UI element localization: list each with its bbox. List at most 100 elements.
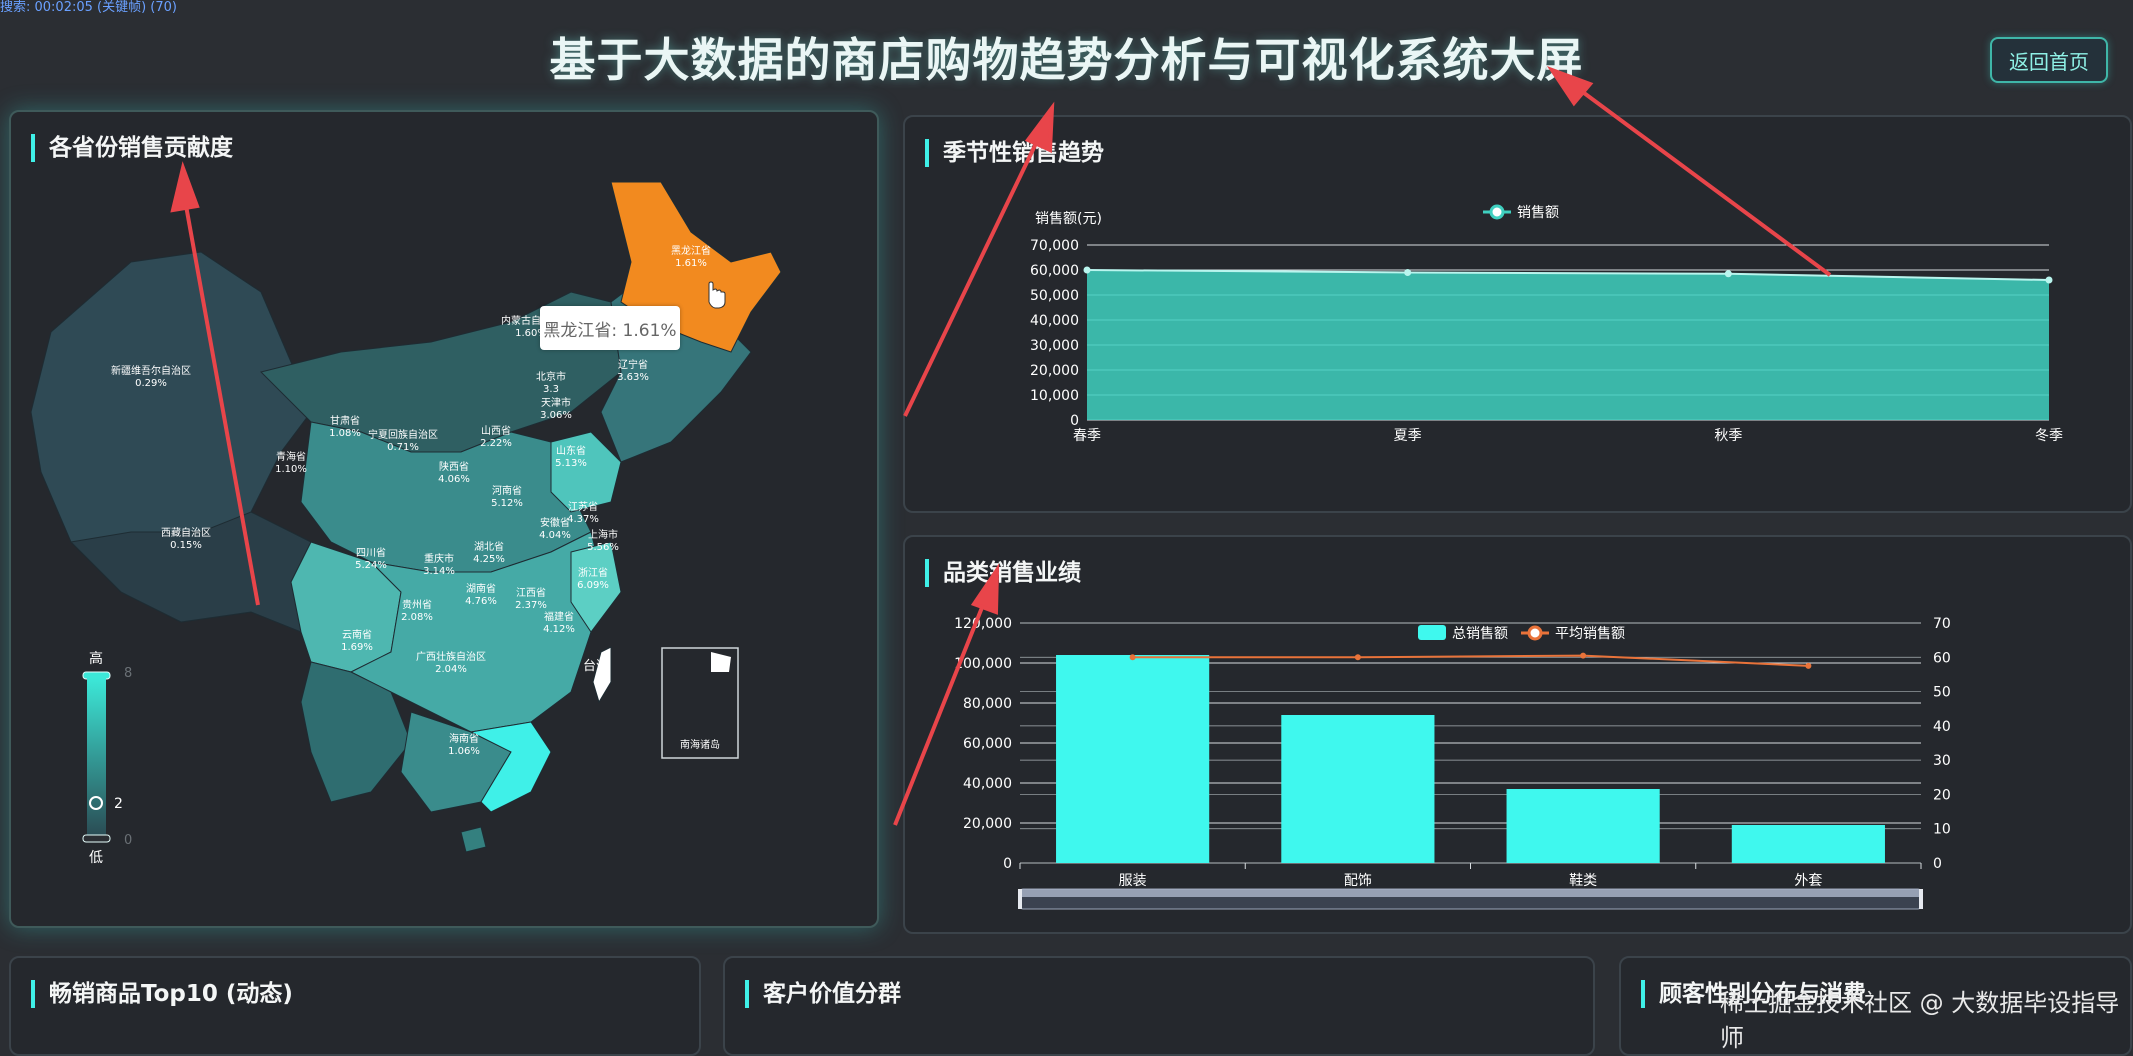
legend-handle-bottom[interactable] bbox=[82, 834, 111, 843]
province-value-label: 2.22% bbox=[480, 438, 512, 449]
legend-label[interactable]: 总销售额 bbox=[1452, 626, 1508, 642]
avg-data-point[interactable] bbox=[1354, 654, 1361, 661]
x-tick-label: 鞋类 bbox=[1569, 873, 1597, 889]
province-name-label: 山西省 bbox=[481, 424, 511, 437]
province-value-label: 0.71% bbox=[387, 442, 419, 453]
y2-tick-label: 20 bbox=[1933, 787, 1951, 803]
data-point[interactable] bbox=[1083, 266, 1091, 274]
zoom-slider-handle-right[interactable] bbox=[1919, 889, 1923, 909]
legend-label[interactable]: 平均销售额 bbox=[1555, 626, 1625, 642]
map-shandong[interactable] bbox=[550, 431, 622, 513]
province-value-label: 4.37% bbox=[567, 514, 599, 525]
province-name-label: 辽宁省 bbox=[618, 358, 648, 371]
province-value-label: 4.12% bbox=[543, 624, 575, 635]
province-name-label: 江西省 bbox=[516, 586, 546, 599]
avg-data-point[interactable] bbox=[1805, 662, 1812, 669]
legend-marker-icon bbox=[1489, 204, 1505, 220]
legend-high-label: 高 bbox=[89, 650, 103, 667]
x-tick-label: 冬季 bbox=[2035, 428, 2063, 444]
y-tick-label: 40,000 bbox=[963, 776, 1012, 792]
y2-tick-label: 0 bbox=[1933, 856, 1942, 872]
legend-min-tick: 0 bbox=[124, 833, 132, 848]
province-name-label: 新疆维吾尔自治区 bbox=[111, 364, 191, 377]
y-tick-label: 100,000 bbox=[954, 656, 1012, 672]
province-name-label: 宁夏回族自治区 bbox=[368, 428, 438, 441]
home-button[interactable]: 返回首页 bbox=[1990, 37, 2108, 83]
y-tick-label: 0 bbox=[1070, 413, 1079, 429]
province-name-label: 山东省 bbox=[556, 444, 586, 457]
province-map-panel: 各省份销售贡献度 南海诸岛 台湾 黑龙江省 1.61% 内蒙古自治区 1.60% 新疆维… bbox=[9, 110, 879, 928]
seasonal-area-chart[interactable]: 0 10,000 20,000 30,000 40,000 50,000 60,000 70,… bbox=[905, 117, 2130, 511]
bar[interactable] bbox=[1281, 715, 1435, 863]
y2-tick-label: 10 bbox=[1933, 822, 1951, 838]
y-tick-label: 120,000 bbox=[954, 616, 1012, 632]
map-taiwan[interactable] bbox=[592, 646, 612, 704]
zoom-slider-handle-left[interactable] bbox=[1018, 889, 1022, 909]
data-point[interactable] bbox=[2045, 276, 2053, 284]
bar[interactable] bbox=[1731, 825, 1885, 863]
province-value-label: 5.24% bbox=[355, 560, 387, 571]
legend-handle-top[interactable] bbox=[82, 671, 111, 680]
avg-data-point[interactable] bbox=[1129, 654, 1136, 661]
bar[interactable] bbox=[1056, 655, 1210, 863]
province-name-label: 陕西省 bbox=[439, 460, 469, 473]
data-point[interactable] bbox=[1404, 269, 1412, 276]
province-value-label: 5.56% bbox=[587, 542, 619, 553]
map-tooltip: 黑龙江省: 1.61% bbox=[540, 306, 680, 350]
province-value-label: 6.09% bbox=[577, 580, 609, 591]
status-text: 搜索: 00:02:05 (关键帧) (70) bbox=[0, 0, 177, 15]
bar[interactable] bbox=[1506, 789, 1660, 863]
province-name-label: 浙江省 bbox=[578, 566, 608, 579]
x-tick-label: 外套 bbox=[1794, 873, 1822, 889]
y2-tick-label: 60 bbox=[1933, 650, 1951, 666]
y2-tick-label: 40 bbox=[1933, 719, 1951, 735]
province-value-label: 5.13% bbox=[555, 458, 587, 469]
x-tick-label: 春季 bbox=[1073, 428, 1101, 444]
y2-tick-label: 30 bbox=[1933, 753, 1951, 769]
province-value-label: 3.06% bbox=[540, 410, 572, 421]
map-hainan[interactable] bbox=[460, 826, 487, 853]
data-point[interactable] bbox=[1724, 270, 1732, 278]
y2-tick-label: 70 bbox=[1933, 616, 1951, 632]
x-tick-label: 配饰 bbox=[1344, 873, 1372, 889]
y-tick-label: 80,000 bbox=[963, 696, 1012, 712]
province-name-label: 甘肃省 bbox=[330, 414, 360, 427]
y-axis-label: 销售额(元) bbox=[1035, 211, 1102, 227]
province-value-label: 2.08% bbox=[401, 612, 433, 623]
zoom-slider-fill bbox=[1020, 889, 1921, 897]
province-name-label: 重庆市 bbox=[424, 552, 454, 565]
category-bar-chart[interactable]: 0 20,000 40,000 60,000 80,000 100,000 120,000 0… bbox=[905, 537, 2130, 932]
taiwan-label: 台湾 bbox=[583, 658, 609, 674]
x-tick-label: 夏季 bbox=[1394, 428, 1422, 444]
province-value-label: 3.14% bbox=[423, 566, 455, 577]
y2-tick-label: 50 bbox=[1933, 685, 1951, 701]
province-value-label: 1.61% bbox=[675, 258, 707, 269]
province-value-label: 4.25% bbox=[473, 554, 505, 565]
page-title: 基于大数据的商店购物趋势分析与可视化系统大屏 bbox=[549, 33, 1584, 87]
sales-area[interactable] bbox=[1087, 270, 2049, 420]
province-name-label: 青海省 bbox=[276, 450, 306, 463]
legend-max-tick: 8 bbox=[124, 666, 132, 681]
china-map[interactable]: 南海诸岛 台湾 黑龙江省1.61%内蒙古自治区1.60%新疆维吾尔自治区0.29… bbox=[11, 112, 877, 926]
province-value-label: 1.69% bbox=[341, 642, 373, 653]
x-tick-label: 秋季 bbox=[1714, 428, 1742, 444]
legend-low-label: 低 bbox=[89, 850, 103, 866]
province-name-label: 上海市 bbox=[588, 528, 618, 541]
y-tick-label: 40,000 bbox=[1030, 313, 1079, 329]
province-value-label: 4.76% bbox=[465, 596, 497, 607]
avg-data-point[interactable] bbox=[1580, 652, 1587, 659]
x-tick-label: 服装 bbox=[1119, 873, 1147, 889]
province-value-label: 5.12% bbox=[491, 498, 523, 509]
top10-products-panel: 畅销商品Top10 (动态) bbox=[9, 956, 701, 1056]
category-sales-panel: 品类销售业绩 0 20,000 40,000 60,000 80,000 100,000 1… bbox=[903, 535, 2132, 934]
province-value-label: 4.06% bbox=[438, 474, 470, 485]
province-name-label: 广西壮族自治区 bbox=[416, 650, 486, 663]
y-tick-label: 10,000 bbox=[1030, 388, 1079, 404]
province-value-label: 1.06% bbox=[448, 746, 480, 757]
province-name-label: 河南省 bbox=[492, 484, 522, 497]
y-tick-label: 0 bbox=[1003, 856, 1012, 872]
legend-label[interactable]: 销售额 bbox=[1517, 205, 1559, 221]
legend-color-bar[interactable] bbox=[87, 678, 106, 838]
province-name-label: 天津市 bbox=[541, 396, 571, 409]
top10-panel-title: 畅销商品Top10 (动态) bbox=[31, 980, 293, 1008]
